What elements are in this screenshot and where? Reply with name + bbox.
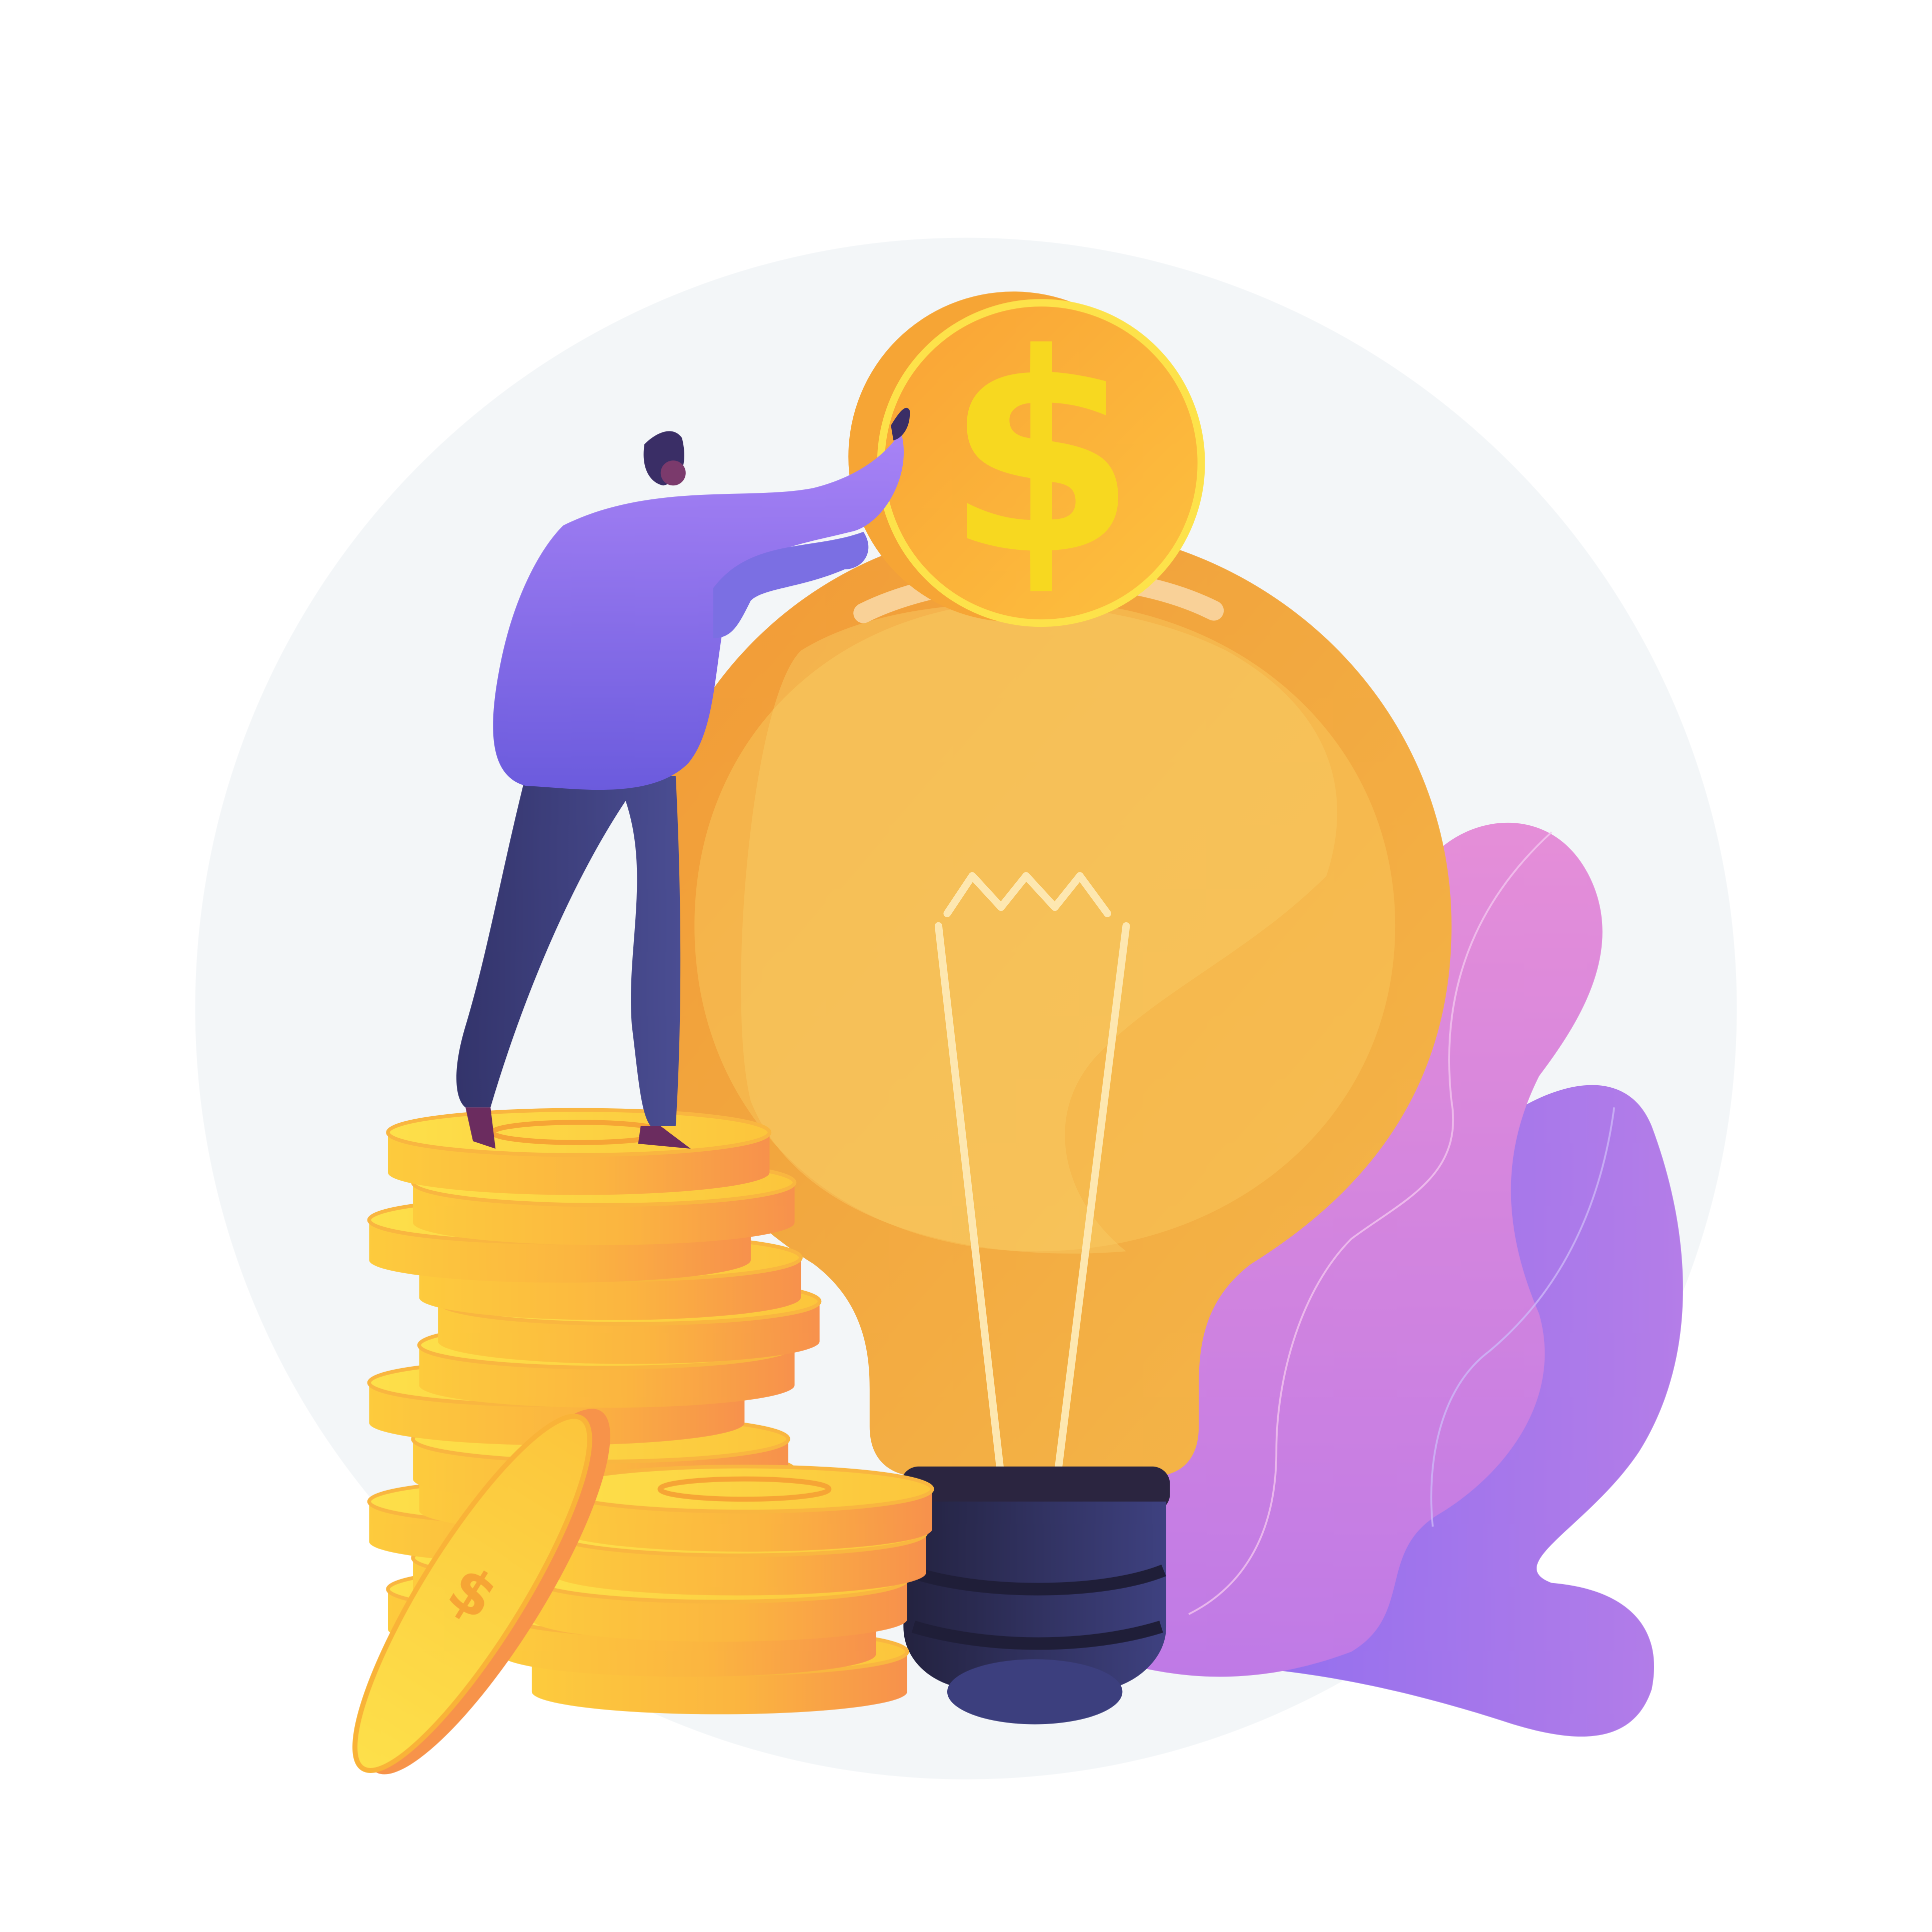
deposit-coin-dollar-icon: $ xyxy=(945,295,1137,615)
investment-idea-illustration: $ $ xyxy=(195,237,1737,1780)
stacked-coin-top xyxy=(555,1465,934,1514)
stacked-coin-top xyxy=(386,1108,772,1157)
stacked-coin xyxy=(555,1465,934,1552)
stacked-coin xyxy=(386,1108,772,1195)
person-face xyxy=(660,460,686,486)
socket-tip xyxy=(947,1659,1123,1725)
